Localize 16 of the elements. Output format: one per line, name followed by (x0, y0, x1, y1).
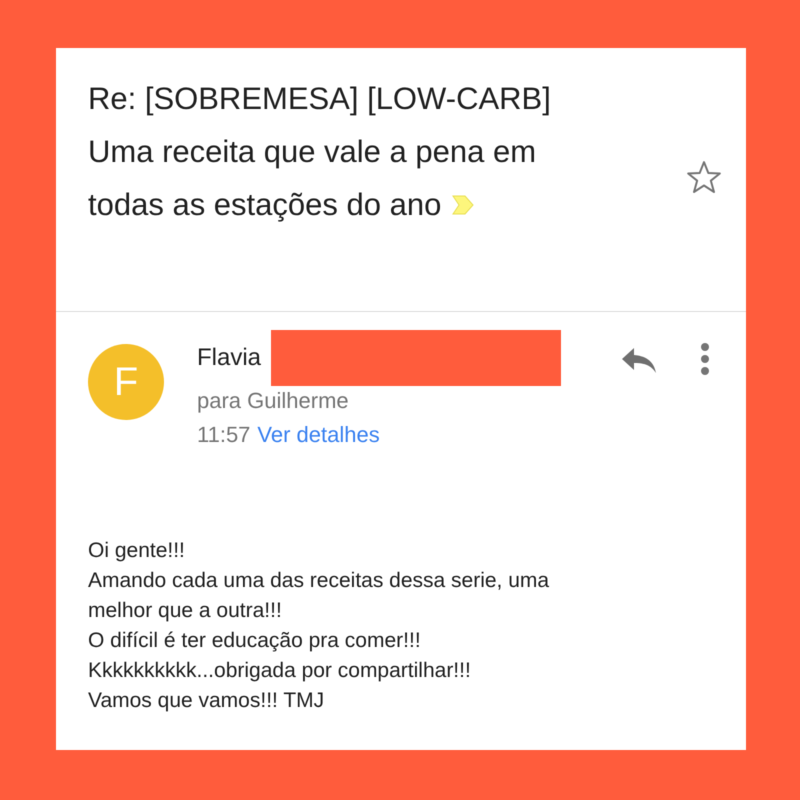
message-line: melhor que a outra!!! (88, 598, 283, 624)
message-line: Kkkkkkkkkk...obrigada por compartilhar!!! (88, 658, 472, 684)
email-subject: Re: [SOBREMESA] [LOW-CARB] (88, 80, 551, 118)
details-link[interactable]: Ver detalhes (257, 422, 380, 448)
message-line: O difícil é ter educação pra comer!!! (88, 628, 422, 654)
message-line: Amando cada uma das receitas dessa serie, uma (88, 568, 550, 594)
email-subject: Uma receita que vale a pena em (88, 133, 536, 171)
email-subject: todas as estações do ano (88, 186, 442, 224)
message-line: Vamos que vamos!!! TMJ (88, 688, 326, 714)
reply-icon[interactable] (620, 346, 658, 374)
sender-name: Flavia (197, 344, 262, 372)
sender-avatar: F (88, 344, 164, 420)
more-options-icon[interactable] (700, 342, 710, 376)
recipient-text: para Guilherme (197, 388, 350, 414)
message-time: 11:57 (197, 422, 250, 448)
message-line: Oi gente!!! (88, 538, 186, 564)
